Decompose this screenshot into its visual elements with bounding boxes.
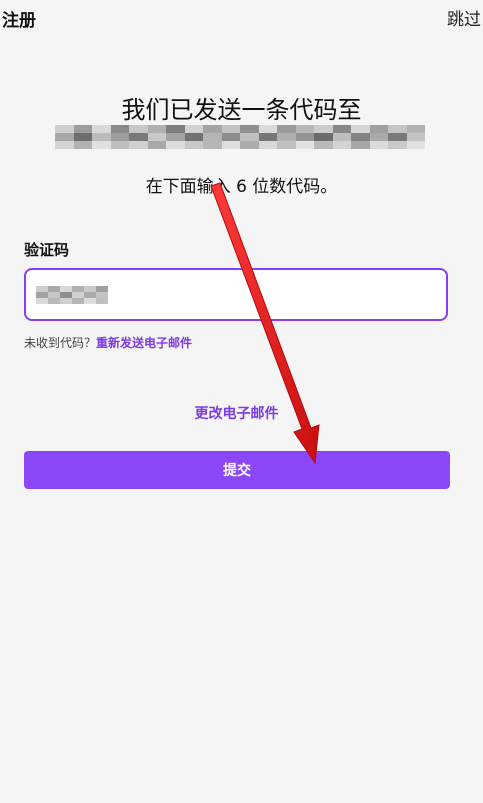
headline: 我们已发送一条代码至	[121, 96, 362, 124]
submit-label: 提交	[223, 463, 251, 479]
resend-email-link[interactable]: 重新发送电子邮件	[96, 336, 192, 350]
resend-row: 未收到代码？重新发送电子邮件	[24, 334, 192, 351]
masked-email	[55, 125, 425, 150]
code-label: 验证码	[24, 241, 70, 259]
resend-prefix: 未收到代码？	[24, 336, 97, 350]
page-title: 注册	[2, 11, 36, 31]
code-input[interactable]	[24, 268, 448, 321]
masked-code-value	[36, 286, 108, 304]
top-bar: 注册 跳过	[0, 0, 483, 36]
skip-button[interactable]: 跳过	[447, 5, 481, 30]
change-email-link[interactable]: 更改电子邮件	[0, 403, 473, 423]
instruction-text: 在下面输入 6 位数代码。	[145, 177, 338, 197]
submit-button[interactable]: 提交	[24, 451, 450, 489]
